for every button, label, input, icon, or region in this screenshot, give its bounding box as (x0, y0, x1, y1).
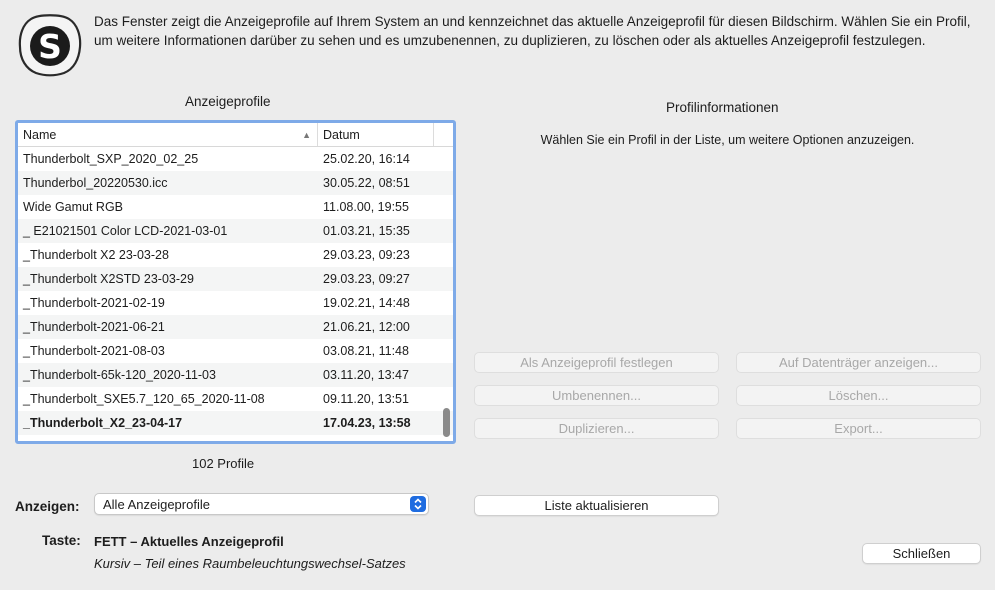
rename-button[interactable]: Umbenennen... (474, 385, 719, 406)
legend-label: Taste: (42, 533, 81, 548)
table-row[interactable]: Wide Gamut RGB 11.08.00, 19:55 (18, 195, 453, 219)
info-title: Profilinformationen (666, 100, 779, 115)
profile-date: 01.03.21, 15:35 (323, 224, 410, 238)
table-row[interactable]: Thunderbolt_SXP_2020_02_25 25.02.20, 16:1… (18, 147, 453, 171)
chevron-updown-icon (410, 496, 426, 512)
profile-date: 03.11.20, 13:47 (323, 368, 409, 382)
column-date-label: Datum (323, 127, 360, 142)
profile-date: 29.03.23, 09:27 (323, 272, 410, 286)
table-header: Name ▲ Datum (18, 123, 453, 147)
app-logo: S (17, 13, 83, 77)
table-row[interactable]: _Thunderbolt X2 23-03-28 29.03.23, 09:23 (18, 243, 453, 267)
profile-name: Thunderbol_20220530.icc (23, 176, 168, 190)
duplicate-button[interactable]: Duplizieren... (474, 418, 719, 439)
profile-name: _Thunderbolt-65k-120_2020-11-03 (23, 368, 216, 382)
profile-name: _Thunderbolt X2 23-03-28 (23, 248, 169, 262)
refresh-list-button[interactable]: Liste aktualisieren (474, 495, 719, 516)
table-row[interactable]: _Thunderbolt-2021-08-03 03.08.21, 11:48 (18, 339, 453, 363)
delete-button[interactable]: Löschen... (736, 385, 981, 406)
logo-letter: S (38, 27, 62, 66)
profile-date: 03.08.21, 11:48 (323, 344, 409, 358)
profile-date: 25.02.20, 16:14 (323, 152, 410, 166)
table-row[interactable]: _ E21021501 Color LCD-2021-03-01 01.03.21… (18, 219, 453, 243)
close-button[interactable]: Schließen (862, 543, 981, 564)
scrollbar-thumb[interactable] (443, 408, 450, 437)
legend-bold: FETT – Aktuelles Anzeigeprofil (94, 534, 284, 549)
profile-name: _Thunderbolt-2021-06-21 (23, 320, 165, 334)
profiles-table[interactable]: Name ▲ Datum Thunderbolt_SXP_2020_02_25 2… (15, 120, 456, 444)
profile-date: 17.04.23, 13:58 (323, 416, 411, 430)
column-header-name[interactable]: Name ▲ (18, 123, 318, 146)
table-row[interactable]: _Thunderbolt-2021-06-21 21.06.21, 12:00 (18, 315, 453, 339)
profile-name: Wide Gamut RGB (23, 200, 124, 214)
profile-name: _Thunderbolt X2STD 23-03-29 (23, 272, 194, 286)
profile-count: 102 Profile (192, 456, 255, 471)
filter-select-value: Alle Anzeigeprofile (103, 496, 210, 512)
profiles-title: Anzeigeprofile (185, 94, 271, 109)
table-row[interactable]: Thunderbol_20220530.icc 30.05.22, 08:51 (18, 171, 453, 195)
table-row[interactable]: _Thunderbolt_X2_23-04-17 17.04.23, 13:58 (18, 411, 453, 435)
table-row[interactable]: _Thunderbolt-65k-120_2020-11-03 03.11.20,… (18, 363, 453, 387)
export-button[interactable]: Export... (736, 418, 981, 439)
profile-date: 19.02.21, 14:48 (323, 296, 410, 310)
profile-name: _Thunderbolt-2021-02-19 (23, 296, 165, 310)
profile-date: 29.03.23, 09:23 (323, 248, 410, 262)
filter-select[interactable]: Alle Anzeigeprofile (94, 493, 429, 515)
legend-italic: Kursiv – Teil eines Raumbeleuchtungswech… (94, 556, 406, 571)
sort-ascending-icon: ▲ (302, 129, 311, 140)
column-name-label: Name (23, 127, 57, 142)
profile-date: 11.08.00, 19:55 (323, 200, 409, 214)
table-row[interactable]: _Thunderbolt_SXE5.7_120_65_2020-11-08 09.… (18, 387, 453, 411)
profile-date: 21.06.21, 12:00 (323, 320, 410, 334)
profile-date: 09.11.20, 13:51 (323, 392, 409, 406)
table-row[interactable]: _Thunderbolt-2021-02-19 19.02.21, 14:48 (18, 291, 453, 315)
set-current-button[interactable]: Als Anzeigeprofil festlegen (474, 352, 719, 373)
filter-label: Anzeigen: (15, 499, 80, 514)
profile-name: _Thunderbolt-2021-08-03 (23, 344, 165, 358)
show-on-disk-button[interactable]: Auf Datenträger anzeigen... (736, 352, 981, 373)
table-body: Thunderbolt_SXP_2020_02_25 25.02.20, 16:1… (18, 147, 453, 435)
column-header-date[interactable]: Datum (318, 123, 434, 146)
table-row[interactable]: _Thunderbolt X2STD 23-03-29 29.03.23, 09:… (18, 267, 453, 291)
profile-name: Thunderbolt_SXP_2020_02_25 (23, 152, 199, 166)
profile-name: _Thunderbolt_SXE5.7_120_65_2020-11-08 (23, 392, 265, 406)
profile-name: _ E21021501 Color LCD-2021-03-01 (23, 224, 228, 238)
info-hint: Wählen Sie ein Profil in der Liste, um w… (540, 133, 915, 147)
profile-date: 30.05.22, 08:51 (323, 176, 410, 190)
intro-text: Das Fenster zeigt die Anzeigeprofile auf… (94, 14, 971, 48)
profile-name: _Thunderbolt_X2_23-04-17 (23, 416, 183, 430)
